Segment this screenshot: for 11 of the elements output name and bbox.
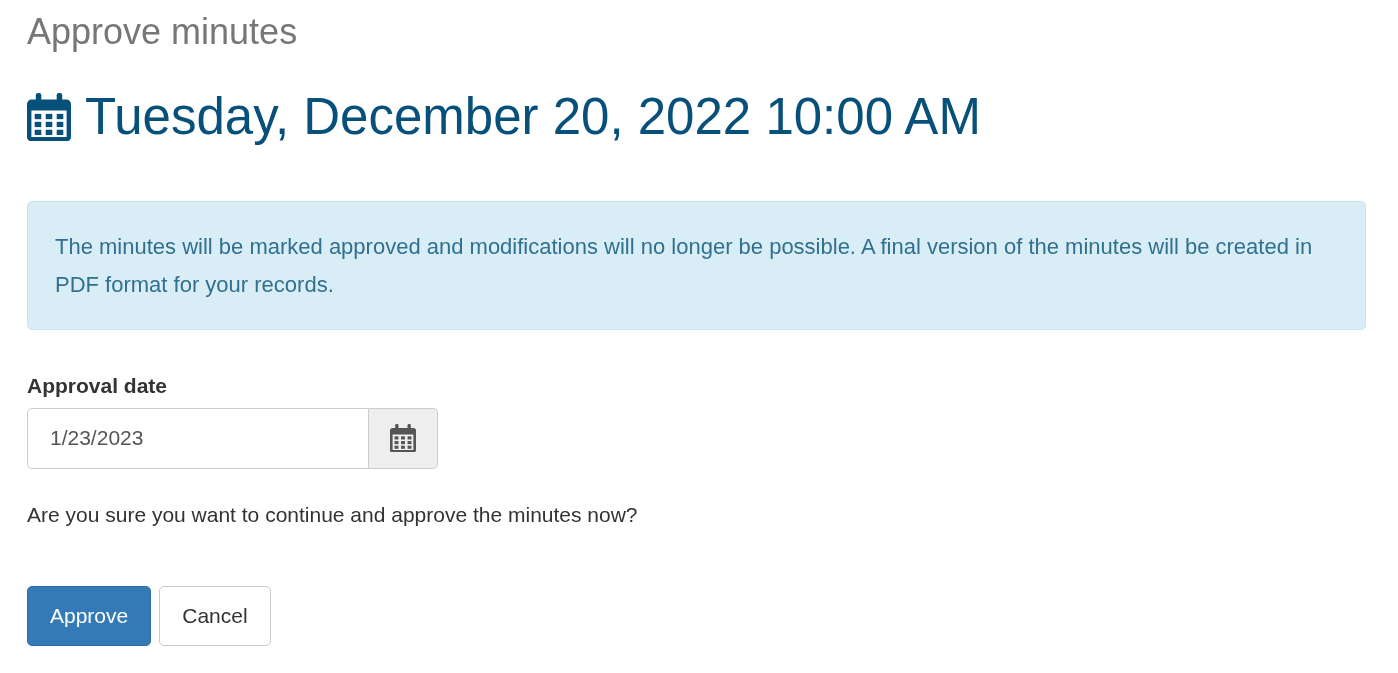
calendar-icon [390,423,416,453]
cancel-button[interactable]: Cancel [159,586,271,646]
info-alert: The minutes will be marked approved and modifications will no longer be possible. A final version of the minutes will be created in PDF format for your records. [27,201,1366,331]
confirm-question: Are you sure you want to continue and approve the minutes now? [27,501,639,528]
field-label: Approval date [27,373,169,400]
calendar-icon [27,93,71,142]
page-title: Approve minutes [27,10,299,54]
date-field[interactable]: 1/23/2023 [27,407,369,469]
approve-button[interactable]: Approve [27,586,152,646]
meeting-date: Tuesday, December 20, 2022 10:00 AM [85,89,981,146]
calendar-button[interactable] [369,407,438,469]
